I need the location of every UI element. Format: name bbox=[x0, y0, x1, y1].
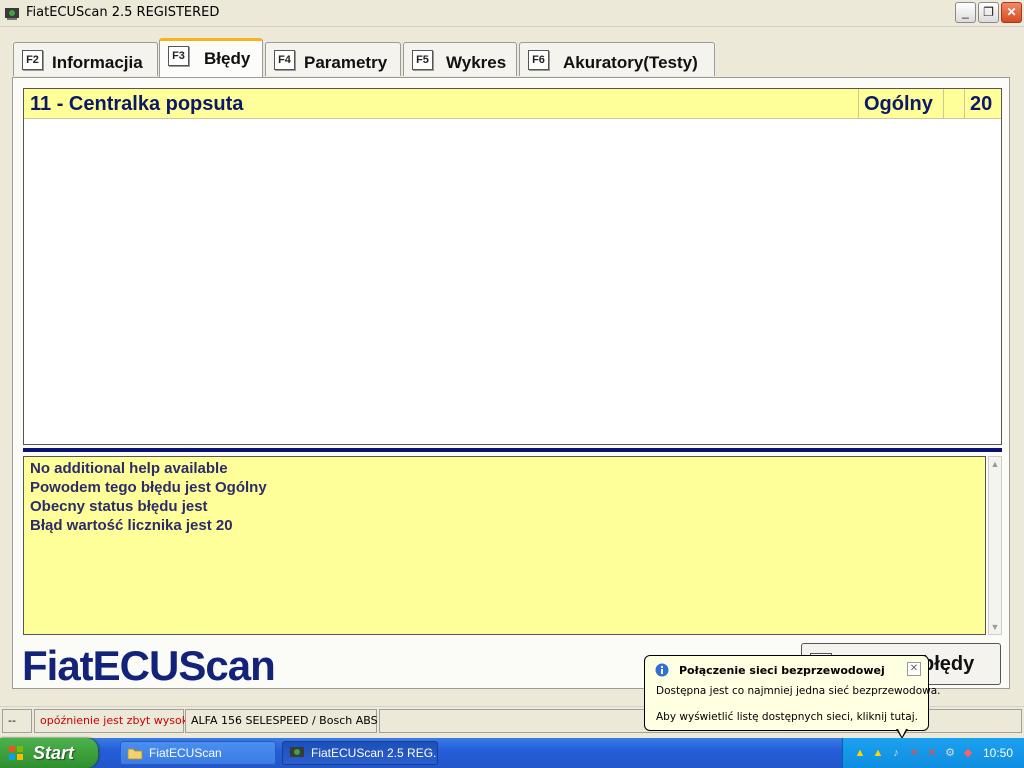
column-divider bbox=[964, 89, 965, 118]
maximize-button[interactable]: ❐ bbox=[978, 2, 999, 23]
f6-key-icon: F6 bbox=[528, 50, 549, 70]
info-icon bbox=[655, 663, 669, 677]
clock[interactable]: 10:50 bbox=[983, 746, 1013, 760]
splitter[interactable] bbox=[23, 448, 1002, 452]
error-list[interactable]: 11 - Centralka popsuta Ogólny 20 bbox=[23, 88, 1002, 445]
errors-panel: 11 - Centralka popsuta Ogólny 20 No addi… bbox=[12, 77, 1010, 689]
folder-icon bbox=[127, 748, 143, 760]
volume-icon[interactable]: ♪ bbox=[889, 746, 903, 760]
help-line: Obecny status błędu jest bbox=[30, 498, 208, 515]
tab-label: Akuratory(Testy) bbox=[563, 53, 698, 72]
taskbar-item-label: FiatECUScan bbox=[149, 746, 222, 760]
gear-icon[interactable]: ⚙ bbox=[943, 746, 957, 760]
status-warning: opóźnienie jest zbyt wysoka! bbox=[34, 709, 199, 733]
f5-key-icon: F5 bbox=[412, 50, 433, 70]
network-icon[interactable]: ✕ bbox=[907, 746, 921, 760]
f3-key-icon: F3 bbox=[168, 46, 189, 66]
app-icon bbox=[5, 8, 19, 20]
title-bar: FiatECUScan 2.5 REGISTERED _ ❐ ✕ bbox=[0, 0, 1024, 27]
help-text-box[interactable]: No additional help available Powodem teg… bbox=[23, 456, 986, 635]
security-warning-icon[interactable]: ▲ bbox=[871, 746, 885, 760]
error-count: 20 bbox=[970, 93, 993, 115]
tab-bledy[interactable]: F3 Błędy bbox=[159, 38, 263, 78]
tab-akuratory[interactable]: F6 Akuratory(Testy) bbox=[519, 42, 715, 76]
scroll-up-icon[interactable]: ▲ bbox=[989, 457, 1001, 471]
taskbar-item-fiatecuscan[interactable]: FiatECUScan 2.5 REG... bbox=[282, 741, 438, 765]
wireless-notification-balloon[interactable]: Połączenie sieci bezprzewodowej ✕ Dostęp… bbox=[644, 655, 940, 731]
status-connection: -- bbox=[2, 709, 32, 733]
system-tray: ▲ ▲ ♪ ✕ ✕ ⚙ ◆ 10:50 bbox=[842, 738, 1024, 768]
start-label: Start bbox=[33, 743, 75, 763]
window-title: FiatECUScan 2.5 REGISTERED bbox=[26, 5, 220, 20]
status-vehicle: ALFA 156 SELESPEED / Bosch ABS 5.3 bbox=[185, 709, 399, 733]
balloon-title: Połączenie sieci bezprzewodowej bbox=[679, 664, 885, 677]
balloon-close-icon[interactable]: ✕ bbox=[907, 662, 921, 676]
help-line: Powodem tego błędu jest Ogólny bbox=[30, 479, 267, 496]
f2-key-icon: F2 bbox=[22, 50, 43, 70]
network-disconnected-icon[interactable]: ✕ bbox=[925, 746, 939, 760]
clear-errors-label: błędy bbox=[922, 653, 975, 675]
tab-parametry[interactable]: F4 Parametry bbox=[265, 42, 401, 76]
minimize-button[interactable]: _ bbox=[955, 2, 976, 23]
help-line: No additional help available bbox=[30, 460, 228, 477]
taskbar-item-label: FiatECUScan 2.5 REG... bbox=[311, 746, 438, 760]
column-divider bbox=[858, 89, 859, 118]
balloon-tail-inner bbox=[898, 729, 906, 737]
error-description: 11 - Centralka popsuta bbox=[30, 93, 244, 115]
app-icon bbox=[290, 747, 304, 757]
tab-informacjia[interactable]: F2 Informacjia bbox=[13, 42, 158, 76]
tab-label: Błędy bbox=[204, 49, 251, 68]
tab-wykres[interactable]: F5 Wykres bbox=[403, 42, 517, 76]
tab-label: Parametry bbox=[304, 53, 388, 72]
error-row[interactable]: 11 - Centralka popsuta Ogólny 20 bbox=[24, 89, 1001, 119]
shield-icon[interactable]: ◆ bbox=[961, 746, 975, 760]
scroll-down-icon[interactable]: ▼ bbox=[989, 620, 1001, 634]
error-type: Ogólny bbox=[864, 93, 933, 115]
column-divider bbox=[943, 89, 944, 118]
f4-key-icon: F4 bbox=[274, 50, 295, 70]
balloon-link[interactable]: Aby wyświetlić listę dostępnych sieci, k… bbox=[656, 711, 918, 723]
close-button[interactable]: ✕ bbox=[1001, 2, 1022, 23]
tab-label: Wykres bbox=[446, 53, 507, 72]
taskbar: Start FiatECUScan FiatECUScan 2.5 REG...… bbox=[0, 738, 1024, 768]
help-scrollbar[interactable]: ▲ ▼ bbox=[988, 456, 1002, 635]
tab-label: Informacjia bbox=[52, 53, 143, 72]
warning-icon[interactable]: ▲ bbox=[853, 746, 867, 760]
help-line: Błąd wartość licznika jest 20 bbox=[30, 517, 233, 534]
start-button[interactable]: Start bbox=[0, 738, 98, 768]
balloon-message: Dostępna jest co najmniej jedna sieć bez… bbox=[656, 685, 941, 697]
windows-logo-icon bbox=[9, 746, 23, 760]
taskbar-item-folder[interactable]: FiatECUScan bbox=[120, 741, 276, 765]
fiatecuscan-logo: FiatECUScan bbox=[22, 642, 276, 689]
